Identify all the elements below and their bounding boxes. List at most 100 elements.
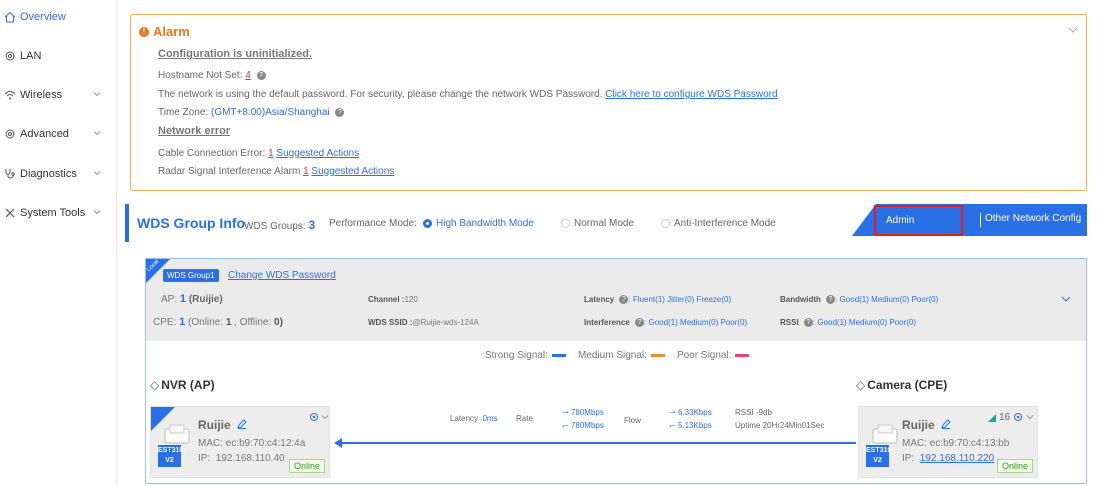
chevron-down-icon <box>93 171 101 176</box>
chevron-down-icon[interactable] <box>1061 296 1071 303</box>
model-badge: EST310- V2 <box>158 445 186 467</box>
sidebar: Overview LAN Wireless Advanced Diagnosti… <box>0 0 117 486</box>
cable-line: Cable Connection Error: 1 Suggested Acti… <box>158 148 359 159</box>
rssi-info: RSSI ?: Good(1) Medium(0) Poor(0) <box>780 318 917 328</box>
admin-password-button[interactable]: Admin Password <box>874 205 963 253</box>
cpe-summary: CPE: 1 (Online: 1 , Offline: 0) <box>153 316 283 328</box>
device-ip: IP: 192.168.110.40 <box>198 453 285 464</box>
chevron-down-icon[interactable] <box>321 413 329 421</box>
edit-icon[interactable] <box>237 419 247 429</box>
sidebar-item-label: Advanced <box>20 128 69 140</box>
sidebar-item-label: System Tools <box>20 207 86 219</box>
legend-swatch <box>735 353 750 357</box>
flow-down: ↽ 5.13Kbps <box>669 421 712 430</box>
sidebar-item-wireless[interactable]: Wireless <box>0 85 117 105</box>
sidebar-item-overview[interactable]: Overview <box>0 7 117 27</box>
channel-value: 120 <box>404 295 418 304</box>
legend-poor: Poor Signal: <box>677 350 750 361</box>
rssi-label: RSSI <box>780 318 799 327</box>
cable-count-link[interactable]: 1 <box>268 148 274 159</box>
nvr-device-card[interactable]: EST310- V2 Ruijie MAC: ec:b9:70:c4:12:4a … <box>150 406 330 478</box>
timezone-value[interactable]: (GMT+8:00)Asia/Shanghai <box>211 107 330 118</box>
wds-header-accent <box>125 204 129 242</box>
help-icon[interactable]: ? <box>826 295 836 305</box>
cable-suggested-actions-link[interactable]: Suggested Actions <box>276 148 359 159</box>
flow-down-value: 5.13Kbps <box>677 421 712 430</box>
hostname-count-link[interactable]: 4 <box>245 70 251 81</box>
wds-groups-label: WDS Groups: <box>244 221 306 232</box>
alarm-panel: ! Alarm Configuration is uninitialized. … <box>130 14 1087 191</box>
chevron-down-icon[interactable] <box>1026 413 1034 421</box>
hostname-line: Hostname Not Set: 4 ? <box>158 70 266 81</box>
ip-link[interactable]: 192.168.110.220 <box>920 453 994 464</box>
ip-value: 192.168.110.40 <box>215 453 285 464</box>
rate-label: Rate <box>516 414 533 423</box>
configure-password-link[interactable]: Click here to configure WDS Password <box>605 89 777 100</box>
rssi-value: : Good(1) Medium(0) Poor(0) <box>812 318 917 327</box>
timezone-line: Time Zone: (GMT+8:00)Asia/Shanghai ? <box>158 107 345 118</box>
gear-icon[interactable] <box>309 412 319 422</box>
network-error-heading: Network error <box>158 125 231 137</box>
model-line: V2 <box>873 457 882 464</box>
latency-info: Latency ?: Fluent(1) Jitter(0) Freeze(0) <box>584 295 732 305</box>
ip-label: IP: <box>902 453 915 464</box>
help-icon[interactable]: ? <box>635 318 645 328</box>
bandwidth-value: : Good(1) Medium(0) Poor(0) <box>835 295 939 304</box>
radar-suggested-actions-link[interactable]: Suggested Actions <box>311 166 394 177</box>
gear-icon <box>4 50 16 62</box>
sidebar-item-diagnostics[interactable]: Diagnostics <box>0 164 117 184</box>
password-line: The network is using the default passwor… <box>158 89 778 100</box>
mode-anti-interference[interactable]: Anti-Interference Mode <box>661 218 776 229</box>
alarm-title-text: Alarm <box>153 24 190 39</box>
sidebar-item-advanced[interactable]: Advanced <box>0 124 117 144</box>
latency-label: Latency <box>450 414 479 423</box>
gear-icon[interactable] <box>1013 412 1023 422</box>
mode-high-bandwidth[interactable]: High Bandwidth Mode <box>423 218 534 229</box>
other-network-config-button[interactable]: Other Network Config <box>985 213 1081 224</box>
edit-icon[interactable] <box>941 419 951 429</box>
latency-value: : Fluent(1) Jitter(0) Freeze(0) <box>628 295 732 304</box>
sidebar-item-label: LAN <box>20 50 42 62</box>
ap-label: AP: <box>161 294 178 305</box>
link-latency: Latency 0ms <box>450 414 498 423</box>
ssid-value: @Ruijie-wds-124A <box>412 318 479 327</box>
sidebar-item-system-tools[interactable]: System Tools <box>0 203 117 223</box>
wds-groups: WDS Groups: 3 <box>244 218 315 232</box>
interference-info: Interference ?: Good(1) Medium(0) Poor(0… <box>584 318 748 328</box>
group-badge: WDS Group1 <box>163 269 219 282</box>
chevron-down-icon <box>93 210 101 215</box>
interference-value: : Good(1) Medium(0) Poor(0) <box>644 318 748 327</box>
home-icon <box>4 11 16 23</box>
device-name: Ruijie <box>902 418 935 432</box>
sidebar-item-label: Diagnostics <box>20 168 77 180</box>
legend-medium: Medium Signal: <box>578 350 665 361</box>
mode-normal[interactable]: Normal Mode <box>561 218 634 229</box>
mode-label: Anti-Interference Mode <box>674 218 776 229</box>
camera-device-card[interactable]: EST310- V2 Ruijie 16 MAC: ec:b9:70:c4:13:… <box>858 406 1038 478</box>
cpe-count: 1 <box>179 316 186 328</box>
help-icon[interactable]: ? <box>335 107 345 117</box>
chevron-down-icon[interactable] <box>1068 26 1078 34</box>
sidebar-item-lan[interactable]: LAN <box>0 46 117 66</box>
link-uptime: Uptime 20Hr24Min01Sec <box>735 421 825 430</box>
help-icon[interactable] <box>932 243 941 252</box>
latency-label: Latency <box>584 295 615 304</box>
password-text: The network is using the default passwor… <box>158 89 603 100</box>
flow-up: ⇀ 6.33Kbps <box>669 408 712 417</box>
ssid-label: WDS SSID : <box>368 318 413 327</box>
ap-summary: AP: 1 (Ruijie) <box>161 293 223 305</box>
latency-value: 0ms <box>482 414 498 423</box>
performance-mode-label: Performance Mode: <box>329 218 417 229</box>
help-icon[interactable]: ? <box>256 70 266 80</box>
stethoscope-icon <box>4 168 16 180</box>
hostname-label: Hostname Not Set: <box>158 70 243 81</box>
status-badge: Online <box>288 459 325 473</box>
tools-icon <box>4 207 16 219</box>
cpe-offline-count: 0) <box>274 317 283 328</box>
rate-up: ⇀ 780Mbps <box>562 408 604 417</box>
help-icon[interactable]: ? <box>803 318 813 328</box>
rate-up-value: 780Mbps <box>570 408 604 417</box>
flow-label: Flow <box>624 416 641 425</box>
radar-count-link[interactable]: 1 <box>303 166 309 177</box>
change-wds-password-link[interactable]: Change WDS Password <box>228 270 336 281</box>
